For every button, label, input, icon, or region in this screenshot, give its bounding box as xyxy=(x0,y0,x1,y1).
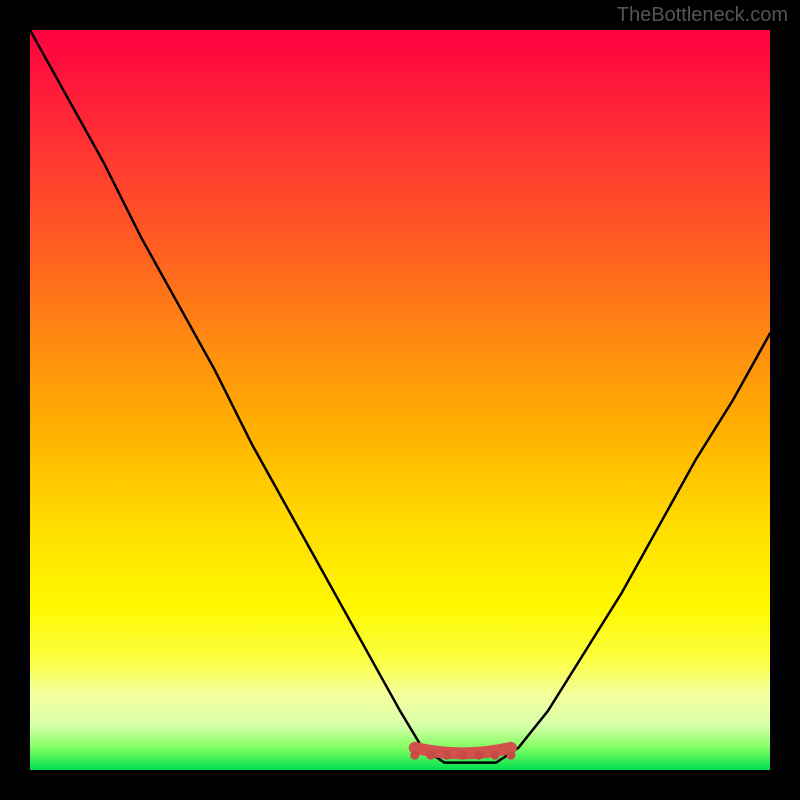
bottom-dot xyxy=(426,751,435,760)
bottom-dot xyxy=(458,751,467,760)
bottleneck-curve-path xyxy=(30,30,770,763)
bottom-dot xyxy=(474,751,483,760)
curve-group xyxy=(30,30,770,763)
bottom-dot xyxy=(491,751,500,760)
bottom-dot xyxy=(507,751,516,760)
bottom-dot xyxy=(442,751,451,760)
bottleneck-chart xyxy=(30,30,770,770)
bottom-dot xyxy=(410,751,419,760)
watermark-text: TheBottleneck.com xyxy=(617,4,788,27)
